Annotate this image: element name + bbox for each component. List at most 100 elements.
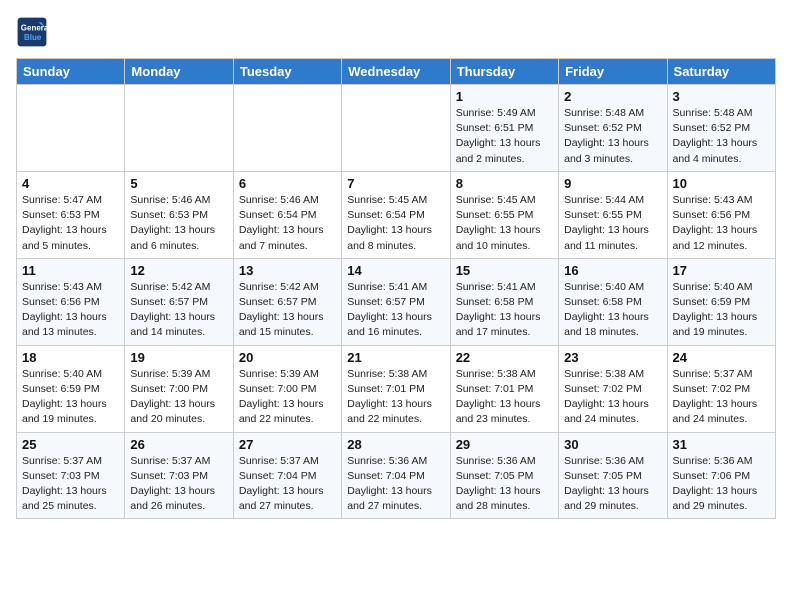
calendar-cell: 23 Sunrise: 5:38 AM Sunset: 7:02 PM Dayli… — [559, 345, 667, 432]
day-info: Sunrise: 5:36 AM Sunset: 7:05 PM Dayligh… — [564, 454, 661, 515]
day-number: 17 — [673, 263, 770, 278]
calendar-cell: 29 Sunrise: 5:36 AM Sunset: 7:05 PM Dayli… — [450, 432, 558, 519]
day-number: 16 — [564, 263, 661, 278]
day-info: Sunrise: 5:39 AM Sunset: 7:00 PM Dayligh… — [130, 367, 227, 428]
day-info: Sunrise: 5:46 AM Sunset: 6:54 PM Dayligh… — [239, 193, 336, 254]
day-info: Sunrise: 5:44 AM Sunset: 6:55 PM Dayligh… — [564, 193, 661, 254]
day-info: Sunrise: 5:48 AM Sunset: 6:52 PM Dayligh… — [564, 106, 661, 167]
day-info: Sunrise: 5:39 AM Sunset: 7:00 PM Dayligh… — [239, 367, 336, 428]
weekday-header-row: SundayMondayTuesdayWednesdayThursdayFrid… — [17, 59, 776, 85]
day-number: 19 — [130, 350, 227, 365]
day-number: 26 — [130, 437, 227, 452]
calendar-cell: 8 Sunrise: 5:45 AM Sunset: 6:55 PM Daylig… — [450, 171, 558, 258]
weekday-header-sunday: Sunday — [17, 59, 125, 85]
day-info: Sunrise: 5:37 AM Sunset: 7:02 PM Dayligh… — [673, 367, 770, 428]
calendar-week-3: 11Sunrise: 5:43 AM Sunset: 6:56 PM Dayli… — [17, 258, 776, 345]
calendar-cell: 24 Sunrise: 5:37 AM Sunset: 7:02 PM Dayli… — [667, 345, 775, 432]
page-header: General Blue — [16, 16, 776, 48]
day-number: 23 — [564, 350, 661, 365]
calendar-week-2: 4Sunrise: 5:47 AM Sunset: 6:53 PM Daylig… — [17, 171, 776, 258]
svg-text:General: General — [21, 23, 48, 32]
day-number: 3 — [673, 89, 770, 104]
calendar-cell: 14 Sunrise: 5:41 AM Sunset: 6:57 PM Dayli… — [342, 258, 450, 345]
calendar-cell: 5 Sunrise: 5:46 AM Sunset: 6:53 PM Daylig… — [125, 171, 233, 258]
calendar-cell — [17, 85, 125, 172]
weekday-header-friday: Friday — [559, 59, 667, 85]
day-info: Sunrise: 5:47 AM Sunset: 6:53 PM Dayligh… — [22, 193, 119, 254]
day-info: Sunrise: 5:36 AM Sunset: 7:04 PM Dayligh… — [347, 454, 444, 515]
day-info: Sunrise: 5:40 AM Sunset: 6:59 PM Dayligh… — [673, 280, 770, 341]
logo-icon: General Blue — [16, 16, 48, 48]
calendar-cell: 6 Sunrise: 5:46 AM Sunset: 6:54 PM Daylig… — [233, 171, 341, 258]
day-number: 6 — [239, 176, 336, 191]
day-number: 29 — [456, 437, 553, 452]
day-info: Sunrise: 5:49 AM Sunset: 6:51 PM Dayligh… — [456, 106, 553, 167]
calendar-week-1: 1 Sunrise: 5:49 AM Sunset: 6:51 PM Daylig… — [17, 85, 776, 172]
day-info: Sunrise: 5:48 AM Sunset: 6:52 PM Dayligh… — [673, 106, 770, 167]
calendar-table: SundayMondayTuesdayWednesdayThursdayFrid… — [16, 58, 776, 519]
day-number: 5 — [130, 176, 227, 191]
calendar-cell: 19 Sunrise: 5:39 AM Sunset: 7:00 PM Dayli… — [125, 345, 233, 432]
calendar-cell: 7 Sunrise: 5:45 AM Sunset: 6:54 PM Daylig… — [342, 171, 450, 258]
calendar-cell: 25Sunrise: 5:37 AM Sunset: 7:03 PM Dayli… — [17, 432, 125, 519]
calendar-week-5: 25Sunrise: 5:37 AM Sunset: 7:03 PM Dayli… — [17, 432, 776, 519]
logo: General Blue — [16, 16, 52, 48]
day-number: 2 — [564, 89, 661, 104]
day-number: 31 — [673, 437, 770, 452]
day-number: 15 — [456, 263, 553, 278]
day-info: Sunrise: 5:40 AM Sunset: 6:58 PM Dayligh… — [564, 280, 661, 341]
day-info: Sunrise: 5:40 AM Sunset: 6:59 PM Dayligh… — [22, 367, 119, 428]
calendar-cell: 10 Sunrise: 5:43 AM Sunset: 6:56 PM Dayli… — [667, 171, 775, 258]
day-number: 9 — [564, 176, 661, 191]
day-info: Sunrise: 5:36 AM Sunset: 7:05 PM Dayligh… — [456, 454, 553, 515]
calendar-cell: 13 Sunrise: 5:42 AM Sunset: 6:57 PM Dayli… — [233, 258, 341, 345]
day-info: Sunrise: 5:37 AM Sunset: 7:04 PM Dayligh… — [239, 454, 336, 515]
calendar-cell: 21Sunrise: 5:38 AM Sunset: 7:01 PM Dayli… — [342, 345, 450, 432]
day-number: 10 — [673, 176, 770, 191]
day-number: 22 — [456, 350, 553, 365]
day-number: 14 — [347, 263, 444, 278]
day-info: Sunrise: 5:37 AM Sunset: 7:03 PM Dayligh… — [130, 454, 227, 515]
day-info: Sunrise: 5:42 AM Sunset: 6:57 PM Dayligh… — [130, 280, 227, 341]
day-number: 1 — [456, 89, 553, 104]
weekday-header-saturday: Saturday — [667, 59, 775, 85]
calendar-week-4: 18 Sunrise: 5:40 AM Sunset: 6:59 PM Dayli… — [17, 345, 776, 432]
calendar-cell: 16 Sunrise: 5:40 AM Sunset: 6:58 PM Dayli… — [559, 258, 667, 345]
day-info: Sunrise: 5:41 AM Sunset: 6:57 PM Dayligh… — [347, 280, 444, 341]
day-number: 8 — [456, 176, 553, 191]
calendar-cell: 9 Sunrise: 5:44 AM Sunset: 6:55 PM Daylig… — [559, 171, 667, 258]
day-number: 12 — [130, 263, 227, 278]
day-number: 24 — [673, 350, 770, 365]
weekday-header-monday: Monday — [125, 59, 233, 85]
day-info: Sunrise: 5:38 AM Sunset: 7:01 PM Dayligh… — [456, 367, 553, 428]
day-info: Sunrise: 5:43 AM Sunset: 6:56 PM Dayligh… — [673, 193, 770, 254]
calendar-cell — [233, 85, 341, 172]
day-info: Sunrise: 5:42 AM Sunset: 6:57 PM Dayligh… — [239, 280, 336, 341]
calendar-cell: 12 Sunrise: 5:42 AM Sunset: 6:57 PM Dayli… — [125, 258, 233, 345]
calendar-cell: 11Sunrise: 5:43 AM Sunset: 6:56 PM Dayli… — [17, 258, 125, 345]
day-info: Sunrise: 5:36 AM Sunset: 7:06 PM Dayligh… — [673, 454, 770, 515]
day-info: Sunrise: 5:45 AM Sunset: 6:55 PM Dayligh… — [456, 193, 553, 254]
calendar-cell: 3 Sunrise: 5:48 AM Sunset: 6:52 PM Daylig… — [667, 85, 775, 172]
day-info: Sunrise: 5:41 AM Sunset: 6:58 PM Dayligh… — [456, 280, 553, 341]
day-number: 7 — [347, 176, 444, 191]
day-number: 30 — [564, 437, 661, 452]
day-info: Sunrise: 5:43 AM Sunset: 6:56 PM Dayligh… — [22, 280, 119, 341]
calendar-cell: 4Sunrise: 5:47 AM Sunset: 6:53 PM Daylig… — [17, 171, 125, 258]
calendar-cell: 22 Sunrise: 5:38 AM Sunset: 7:01 PM Dayli… — [450, 345, 558, 432]
calendar-cell: 31 Sunrise: 5:36 AM Sunset: 7:06 PM Dayli… — [667, 432, 775, 519]
calendar-cell: 2 Sunrise: 5:48 AM Sunset: 6:52 PM Daylig… — [559, 85, 667, 172]
calendar-cell — [342, 85, 450, 172]
day-number: 20 — [239, 350, 336, 365]
day-number: 18 — [22, 350, 119, 365]
calendar-cell: 17 Sunrise: 5:40 AM Sunset: 6:59 PM Dayli… — [667, 258, 775, 345]
calendar-cell: 18 Sunrise: 5:40 AM Sunset: 6:59 PM Dayli… — [17, 345, 125, 432]
day-info: Sunrise: 5:38 AM Sunset: 7:02 PM Dayligh… — [564, 367, 661, 428]
svg-text:Blue: Blue — [24, 33, 42, 42]
weekday-header-thursday: Thursday — [450, 59, 558, 85]
calendar-cell: 28Sunrise: 5:36 AM Sunset: 7:04 PM Dayli… — [342, 432, 450, 519]
day-info: Sunrise: 5:45 AM Sunset: 6:54 PM Dayligh… — [347, 193, 444, 254]
day-number: 13 — [239, 263, 336, 278]
day-number: 21 — [347, 350, 444, 365]
day-info: Sunrise: 5:46 AM Sunset: 6:53 PM Dayligh… — [130, 193, 227, 254]
